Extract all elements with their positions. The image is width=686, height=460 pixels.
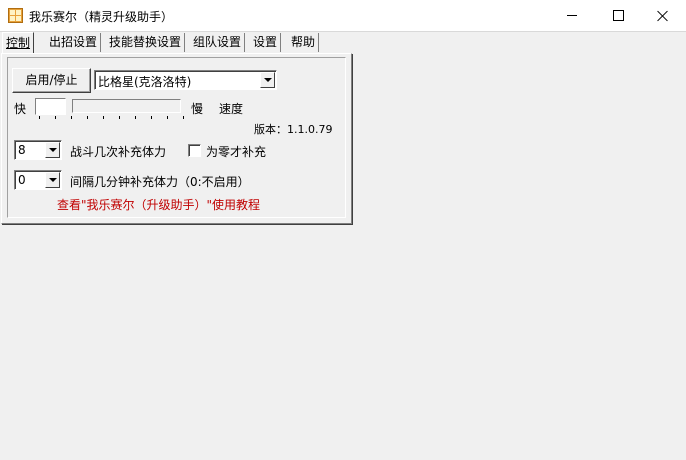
title-bar[interactable]: 我乐赛尔（精灵升级助手） (0, 0, 686, 32)
control-panel: 启用/停止 比格星(克洛洛特) 快 慢 速度 版本：1.1.0.79 8 战斗几… (1, 53, 352, 224)
maximize-icon (612, 10, 624, 21)
speed-fast-label: 快 (14, 102, 27, 116)
version-text: 版本：1.1.0.79 (254, 123, 333, 136)
tab-team-settings[interactable]: 组队设置 (190, 33, 246, 52)
tab-help[interactable]: 帮助 (288, 33, 320, 52)
speed-slider-ticks (36, 116, 186, 122)
close-icon (657, 10, 669, 22)
start-stop-button[interactable]: 启用/停止 (12, 68, 91, 93)
window-title: 我乐赛尔（精灵升级助手） (29, 10, 174, 24)
zero-only-label: 为零才补充 (206, 145, 267, 159)
tab-attack-settings[interactable]: 出招设置 (46, 33, 102, 52)
speed-slider[interactable] (72, 99, 181, 113)
tab-settings[interactable]: 设置 (250, 33, 282, 52)
pet-select[interactable]: 比格星(克洛洛特) (94, 70, 277, 90)
chevron-down-icon[interactable] (260, 72, 275, 88)
tab-skill-replace-settings[interactable]: 技能替换设置 (106, 33, 186, 52)
tab-control[interactable]: 控制 (2, 32, 35, 54)
battles-label: 战斗几次补充体力 (70, 145, 167, 159)
speed-slow-label: 慢 (191, 102, 204, 116)
app-icon (8, 8, 23, 23)
maximize-button[interactable] (595, 0, 641, 31)
control-group: 启用/停止 比格星(克洛洛特) 快 慢 速度 版本：1.1.0.79 8 战斗几… (7, 57, 346, 218)
close-button[interactable] (640, 0, 686, 31)
interval-minutes-select[interactable]: 0 (14, 170, 62, 190)
battles-count-select[interactable]: 8 (14, 140, 62, 160)
interval-label: 间隔几分钟补充体力（0:不启用） (70, 175, 250, 189)
chevron-down-icon[interactable] (45, 142, 60, 158)
speed-label: 速度 (219, 102, 244, 116)
minimize-icon (567, 15, 577, 16)
speed-value-box[interactable] (35, 98, 66, 115)
chevron-down-icon[interactable] (45, 172, 60, 188)
minimize-button[interactable] (549, 0, 595, 31)
tutorial-link[interactable]: 查看"我乐赛尔（升级助手）"使用教程 (57, 196, 260, 213)
zero-only-checkbox[interactable] (188, 144, 201, 157)
